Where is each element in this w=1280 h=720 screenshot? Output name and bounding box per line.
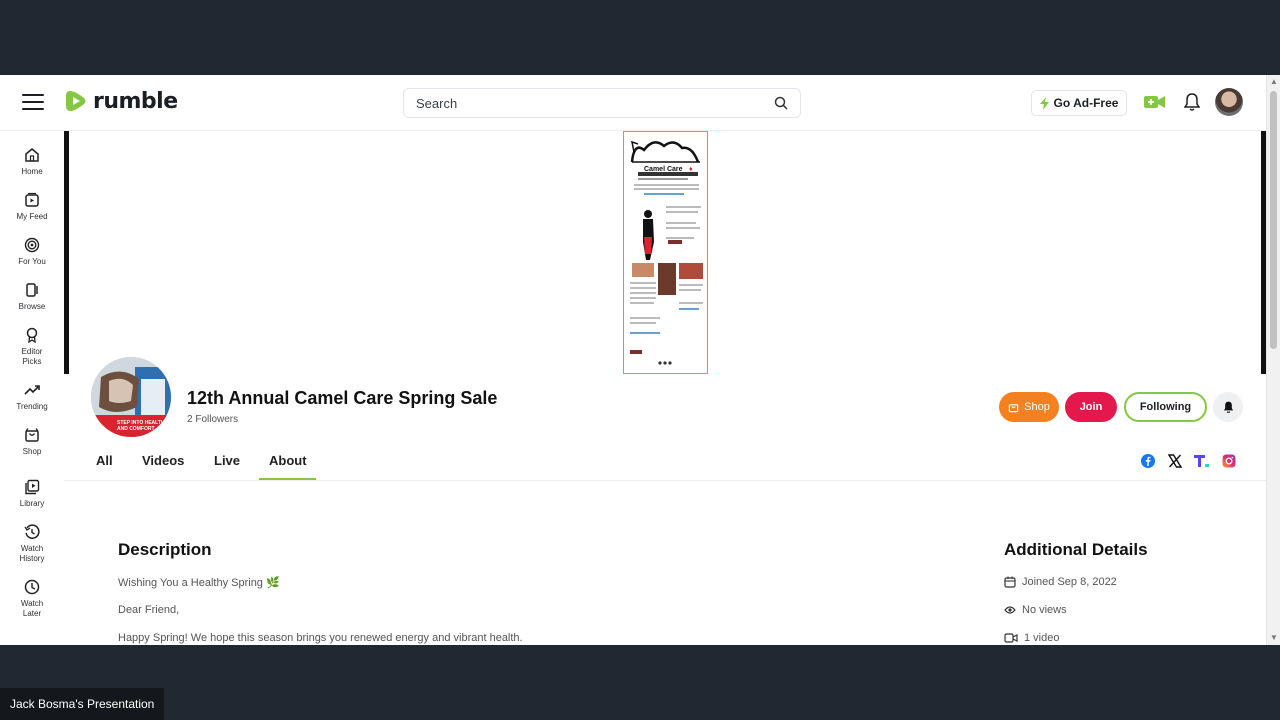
banner-right-edge	[1261, 131, 1266, 374]
sidebar-item-browse[interactable]: Browse	[0, 282, 64, 312]
sidebar-label: Library	[19, 499, 45, 508]
lightning-icon	[1039, 96, 1049, 110]
user-avatar[interactable]	[1215, 88, 1243, 116]
rumble-play-icon	[66, 91, 86, 111]
tab-live[interactable]: Live	[214, 453, 240, 468]
sidebar-item-for-you[interactable]: For You	[0, 237, 64, 267]
followers-count: 2 Followers	[187, 414, 239, 425]
video-camera-icon	[1004, 633, 1018, 643]
rumble-logo[interactable]: rumble	[63, 88, 178, 114]
flyer-image: Camel Care ♦	[623, 131, 708, 374]
sidebar-item-watch-history[interactable]: Watch History	[0, 524, 64, 564]
sidebar-item-home[interactable]: Home	[0, 147, 64, 177]
sidebar-label: Watch History	[19, 544, 45, 563]
join-button[interactable]: Join	[1065, 392, 1117, 422]
sidebar-item-my-feed[interactable]: My Feed	[0, 192, 64, 222]
library-icon	[25, 479, 40, 495]
channel-title: 12th Annual Camel Care Spring Sale	[187, 388, 498, 408]
upload-video-icon[interactable]	[1144, 95, 1166, 109]
award-icon	[26, 327, 38, 343]
tab-videos[interactable]: Videos	[142, 453, 184, 468]
search-icon[interactable]	[774, 96, 788, 110]
trending-icon	[24, 385, 40, 395]
active-tab-indicator	[259, 478, 316, 480]
flyer-brand-text: Camel Care	[644, 166, 683, 173]
browser-viewport: rumble Search Go Ad-Free ▲ ▼ Home My Fee…	[0, 75, 1280, 645]
following-button-label: Following	[1139, 401, 1192, 413]
shop-button[interactable]: Shop	[999, 392, 1059, 422]
channel-notifications-button[interactable]	[1213, 392, 1243, 422]
sidebar-label: Editor Picks	[21, 347, 43, 366]
search-input[interactable]: Search	[403, 88, 801, 118]
presenter-label: Jack Bosma's Presentation	[0, 688, 164, 720]
clock-icon	[24, 579, 40, 595]
following-button[interactable]: Following	[1124, 392, 1207, 422]
sidebar-item-watch-later[interactable]: Watch Later	[0, 579, 64, 619]
video-count-text: 1 video	[1024, 632, 1060, 644]
feed-icon	[25, 192, 39, 207]
views-count-text: No views	[1022, 604, 1067, 616]
top-header: rumble Search Go Ad-Free	[0, 75, 1266, 131]
bell-icon	[1223, 401, 1233, 413]
channel-tabs: All Videos Live About	[64, 441, 1266, 481]
description-line: Wishing You a Healthy Spring 🌿	[118, 577, 280, 589]
go-adfree-button[interactable]: Go Ad-Free	[1031, 90, 1127, 116]
tab-all[interactable]: All	[96, 453, 113, 468]
shop-bag-icon	[1008, 403, 1019, 412]
go-adfree-label: Go Ad-Free	[1053, 96, 1119, 110]
join-button-label: Join	[1079, 401, 1103, 413]
tab-about[interactable]: About	[269, 453, 307, 468]
description-line: Dear Friend,	[118, 604, 180, 616]
sidebar-label: Shop	[22, 447, 42, 456]
joined-date-text: Joined Sep 8, 2022	[1022, 576, 1117, 588]
sidebar-label: For You	[18, 257, 46, 266]
avatar-caption: STEP INTO HEALTH AND COMFORT	[117, 420, 165, 432]
sidebar-label: Home	[21, 167, 43, 176]
video-count: 1 video	[1004, 632, 1059, 644]
calendar-icon	[1004, 576, 1016, 588]
scroll-up-icon[interactable]: ▲	[1270, 77, 1278, 86]
sidebar-label: Watch Later	[20, 599, 44, 618]
home-icon	[25, 148, 39, 162]
sidebar-label: My Feed	[16, 212, 48, 221]
scroll-down-icon[interactable]: ▼	[1270, 633, 1278, 642]
shop-bag-icon	[25, 428, 39, 442]
x-twitter-icon[interactable]	[1168, 454, 1182, 468]
notification-bell-icon[interactable]	[1184, 93, 1200, 111]
menu-icon[interactable]	[22, 94, 44, 112]
search-placeholder: Search	[416, 95, 458, 111]
shop-button-label: Shop	[1024, 401, 1050, 413]
scrollbar-thumb[interactable]	[1270, 91, 1277, 349]
logo-text: rumble	[93, 88, 178, 114]
eye-icon	[1004, 606, 1016, 614]
history-icon	[24, 524, 40, 539]
sidebar-item-editor-picks[interactable]: Editor Picks	[0, 327, 64, 367]
channel-avatar[interactable]: STEP INTO HEALTH AND COMFORT	[91, 357, 171, 437]
maple-leaf-icon: ♦	[689, 166, 693, 173]
sidebar-label: Trending	[16, 402, 48, 411]
description-heading: Description	[118, 540, 212, 559]
additional-details-heading: Additional Details	[1004, 540, 1148, 559]
sidebar-item-shop[interactable]: Shop	[0, 427, 64, 457]
left-sidebar: Home My Feed For You Browse Editor Picks…	[0, 132, 64, 645]
facebook-icon[interactable]	[1141, 454, 1155, 468]
page-scrollbar[interactable]: ▲ ▼	[1266, 75, 1280, 645]
views-count: No views	[1004, 604, 1067, 616]
channel-banner: Camel Care ♦	[64, 131, 1266, 374]
sidebar-item-library[interactable]: Library	[0, 479, 64, 509]
description-line: Happy Spring! We hope this season brings…	[118, 632, 523, 644]
instagram-icon[interactable]	[1222, 454, 1236, 468]
browse-icon	[26, 283, 38, 297]
sidebar-item-trending[interactable]: Trending	[0, 382, 64, 412]
truth-social-icon[interactable]	[1194, 454, 1210, 468]
banner-left-edge	[64, 131, 69, 374]
joined-date: Joined Sep 8, 2022	[1004, 576, 1117, 588]
target-icon	[24, 237, 40, 253]
sidebar-label: Browse	[18, 302, 46, 311]
